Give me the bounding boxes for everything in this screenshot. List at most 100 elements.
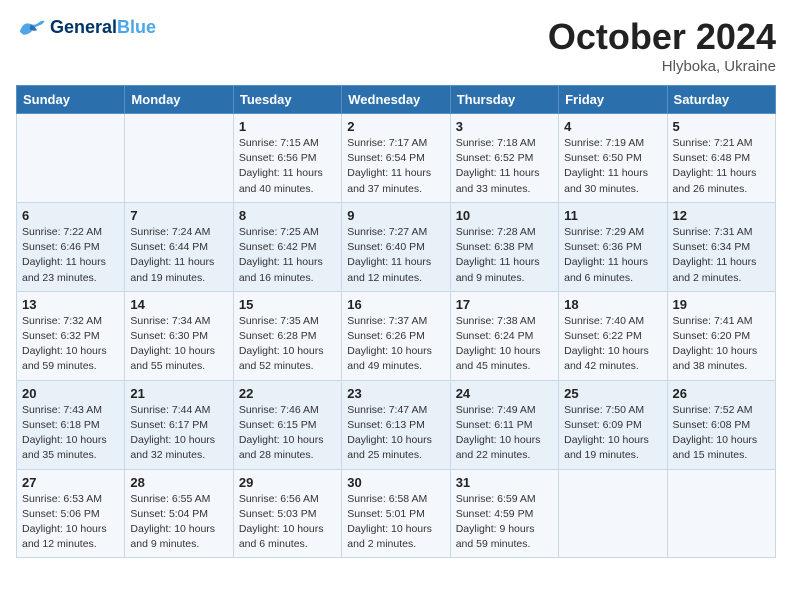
weekday-header-tuesday: Tuesday [233, 86, 341, 114]
day-detail: Sunrise: 7:29 AM Sunset: 6:36 PM Dayligh… [564, 225, 661, 286]
day-number: 25 [564, 386, 661, 401]
day-number: 19 [673, 297, 770, 312]
day-number: 21 [130, 386, 227, 401]
day-detail: Sunrise: 7:28 AM Sunset: 6:38 PM Dayligh… [456, 225, 553, 286]
day-number: 22 [239, 386, 336, 401]
day-detail: Sunrise: 6:53 AM Sunset: 5:06 PM Dayligh… [22, 492, 119, 553]
logo: GeneralBlue [16, 16, 156, 40]
day-detail: Sunrise: 7:27 AM Sunset: 6:40 PM Dayligh… [347, 225, 444, 286]
calendar-cell: 16Sunrise: 7:37 AM Sunset: 6:26 PM Dayli… [342, 291, 450, 380]
calendar-cell [667, 469, 775, 558]
day-detail: Sunrise: 7:19 AM Sunset: 6:50 PM Dayligh… [564, 136, 661, 197]
weekday-header-saturday: Saturday [667, 86, 775, 114]
day-detail: Sunrise: 6:58 AM Sunset: 5:01 PM Dayligh… [347, 492, 444, 553]
calendar-cell: 30Sunrise: 6:58 AM Sunset: 5:01 PM Dayli… [342, 469, 450, 558]
day-number: 17 [456, 297, 553, 312]
day-number: 23 [347, 386, 444, 401]
day-detail: Sunrise: 7:52 AM Sunset: 6:08 PM Dayligh… [673, 403, 770, 464]
calendar-cell: 31 Sunrise: 6:59 AM Sunset: 4:59 PM Dayli… [450, 469, 558, 558]
day-number: 6 [22, 208, 119, 223]
day-number: 31 [456, 475, 553, 490]
day-number: 1 [239, 119, 336, 134]
calendar-cell: 2 Sunrise: 7:17 AM Sunset: 6:54 PM Daylig… [342, 114, 450, 203]
calendar-cell: 24 Sunrise: 7:49 AM Sunset: 6:11 PM Dayli… [450, 380, 558, 469]
calendar-cell: 9 Sunrise: 7:27 AM Sunset: 6:40 PM Daylig… [342, 202, 450, 291]
day-number: 26 [673, 386, 770, 401]
calendar-cell: 19 Sunrise: 7:41 AM Sunset: 6:20 PM Dayli… [667, 291, 775, 380]
day-detail: Sunrise: 7:18 AM Sunset: 6:52 PM Dayligh… [456, 136, 553, 197]
calendar-cell: 23Sunrise: 7:47 AM Sunset: 6:13 PM Dayli… [342, 380, 450, 469]
calendar-cell: 13 Sunrise: 7:32 AM Sunset: 6:32 PM Dayli… [17, 291, 125, 380]
day-detail: Sunrise: 7:25 AM Sunset: 6:42 PM Dayligh… [239, 225, 336, 286]
calendar-cell: 20 Sunrise: 7:43 AM Sunset: 6:18 PM Dayli… [17, 380, 125, 469]
day-number: 9 [347, 208, 444, 223]
calendar-week-row: 20 Sunrise: 7:43 AM Sunset: 6:18 PM Dayli… [17, 380, 776, 469]
day-number: 14 [130, 297, 227, 312]
title-block: October 2024 Hlyboka, Ukraine [548, 16, 776, 75]
day-number: 12 [673, 208, 770, 223]
calendar-cell: 18Sunrise: 7:40 AM Sunset: 6:22 PM Dayli… [559, 291, 667, 380]
day-number: 29 [239, 475, 336, 490]
day-number: 15 [239, 297, 336, 312]
day-detail: Sunrise: 7:44 AM Sunset: 6:17 PM Dayligh… [130, 403, 227, 464]
day-number: 4 [564, 119, 661, 134]
calendar-cell: 28 Sunrise: 6:55 AM Sunset: 5:04 PM Dayli… [125, 469, 233, 558]
page-header: GeneralBlue October 2024 Hlyboka, Ukrain… [16, 16, 776, 75]
calendar-week-row: 13 Sunrise: 7:32 AM Sunset: 6:32 PM Dayli… [17, 291, 776, 380]
day-detail: Sunrise: 7:37 AM Sunset: 6:26 PM Dayligh… [347, 314, 444, 375]
day-number: 18 [564, 297, 661, 312]
day-detail: Sunrise: 7:17 AM Sunset: 6:54 PM Dayligh… [347, 136, 444, 197]
day-detail: Sunrise: 7:32 AM Sunset: 6:32 PM Dayligh… [22, 314, 119, 375]
calendar-cell: 26 Sunrise: 7:52 AM Sunset: 6:08 PM Dayli… [667, 380, 775, 469]
calendar-cell: 8 Sunrise: 7:25 AM Sunset: 6:42 PM Daylig… [233, 202, 341, 291]
calendar-cell: 4 Sunrise: 7:19 AM Sunset: 6:50 PM Daylig… [559, 114, 667, 203]
calendar-cell: 29 Sunrise: 6:56 AM Sunset: 5:03 PM Dayli… [233, 469, 341, 558]
calendar-cell: 22 Sunrise: 7:46 AM Sunset: 6:15 PM Dayli… [233, 380, 341, 469]
day-number: 28 [130, 475, 227, 490]
day-number: 7 [130, 208, 227, 223]
calendar-cell: 27 Sunrise: 6:53 AM Sunset: 5:06 PM Dayli… [17, 469, 125, 558]
day-detail: Sunrise: 7:31 AM Sunset: 6:34 PM Dayligh… [673, 225, 770, 286]
calendar-cell: 25 Sunrise: 7:50 AM Sunset: 6:09 PM Dayli… [559, 380, 667, 469]
calendar-week-row: 27 Sunrise: 6:53 AM Sunset: 5:06 PM Dayli… [17, 469, 776, 558]
weekday-header-sunday: Sunday [17, 86, 125, 114]
calendar-cell: 6Sunrise: 7:22 AM Sunset: 6:46 PM Daylig… [17, 202, 125, 291]
day-number: 27 [22, 475, 119, 490]
calendar-week-row: 1Sunrise: 7:15 AM Sunset: 6:56 PM Daylig… [17, 114, 776, 203]
day-detail: Sunrise: 7:46 AM Sunset: 6:15 PM Dayligh… [239, 403, 336, 464]
calendar-cell: 12 Sunrise: 7:31 AM Sunset: 6:34 PM Dayli… [667, 202, 775, 291]
calendar-cell [17, 114, 125, 203]
day-detail: Sunrise: 6:55 AM Sunset: 5:04 PM Dayligh… [130, 492, 227, 553]
calendar-cell: 7 Sunrise: 7:24 AM Sunset: 6:44 PM Daylig… [125, 202, 233, 291]
day-number: 24 [456, 386, 553, 401]
calendar-cell: 5 Sunrise: 7:21 AM Sunset: 6:48 PM Daylig… [667, 114, 775, 203]
day-detail: Sunrise: 7:43 AM Sunset: 6:18 PM Dayligh… [22, 403, 119, 464]
weekday-header-wednesday: Wednesday [342, 86, 450, 114]
calendar-cell: 3Sunrise: 7:18 AM Sunset: 6:52 PM Daylig… [450, 114, 558, 203]
day-detail: Sunrise: 7:50 AM Sunset: 6:09 PM Dayligh… [564, 403, 661, 464]
day-number: 13 [22, 297, 119, 312]
day-detail: Sunrise: 7:34 AM Sunset: 6:30 PM Dayligh… [130, 314, 227, 375]
day-number: 8 [239, 208, 336, 223]
day-detail: Sunrise: 7:49 AM Sunset: 6:11 PM Dayligh… [456, 403, 553, 464]
day-number: 5 [673, 119, 770, 134]
day-detail: Sunrise: 7:35 AM Sunset: 6:28 PM Dayligh… [239, 314, 336, 375]
day-detail: Sunrise: 7:24 AM Sunset: 6:44 PM Dayligh… [130, 225, 227, 286]
weekday-header-monday: Monday [125, 86, 233, 114]
day-detail: Sunrise: 6:59 AM Sunset: 4:59 PM Dayligh… [456, 492, 553, 553]
day-number: 11 [564, 208, 661, 223]
day-number: 2 [347, 119, 444, 134]
day-detail: Sunrise: 6:56 AM Sunset: 5:03 PM Dayligh… [239, 492, 336, 553]
day-detail: Sunrise: 7:41 AM Sunset: 6:20 PM Dayligh… [673, 314, 770, 375]
logo-text: GeneralBlue [50, 18, 156, 38]
day-detail: Sunrise: 7:21 AM Sunset: 6:48 PM Dayligh… [673, 136, 770, 197]
calendar-cell: 21 Sunrise: 7:44 AM Sunset: 6:17 PM Dayli… [125, 380, 233, 469]
calendar-cell [125, 114, 233, 203]
weekday-header-friday: Friday [559, 86, 667, 114]
calendar-cell: 14 Sunrise: 7:34 AM Sunset: 6:30 PM Dayli… [125, 291, 233, 380]
day-number: 20 [22, 386, 119, 401]
logo-bird-icon [16, 16, 46, 40]
calendar-cell: 10Sunrise: 7:28 AM Sunset: 6:38 PM Dayli… [450, 202, 558, 291]
weekday-header-thursday: Thursday [450, 86, 558, 114]
day-detail: Sunrise: 7:38 AM Sunset: 6:24 PM Dayligh… [456, 314, 553, 375]
